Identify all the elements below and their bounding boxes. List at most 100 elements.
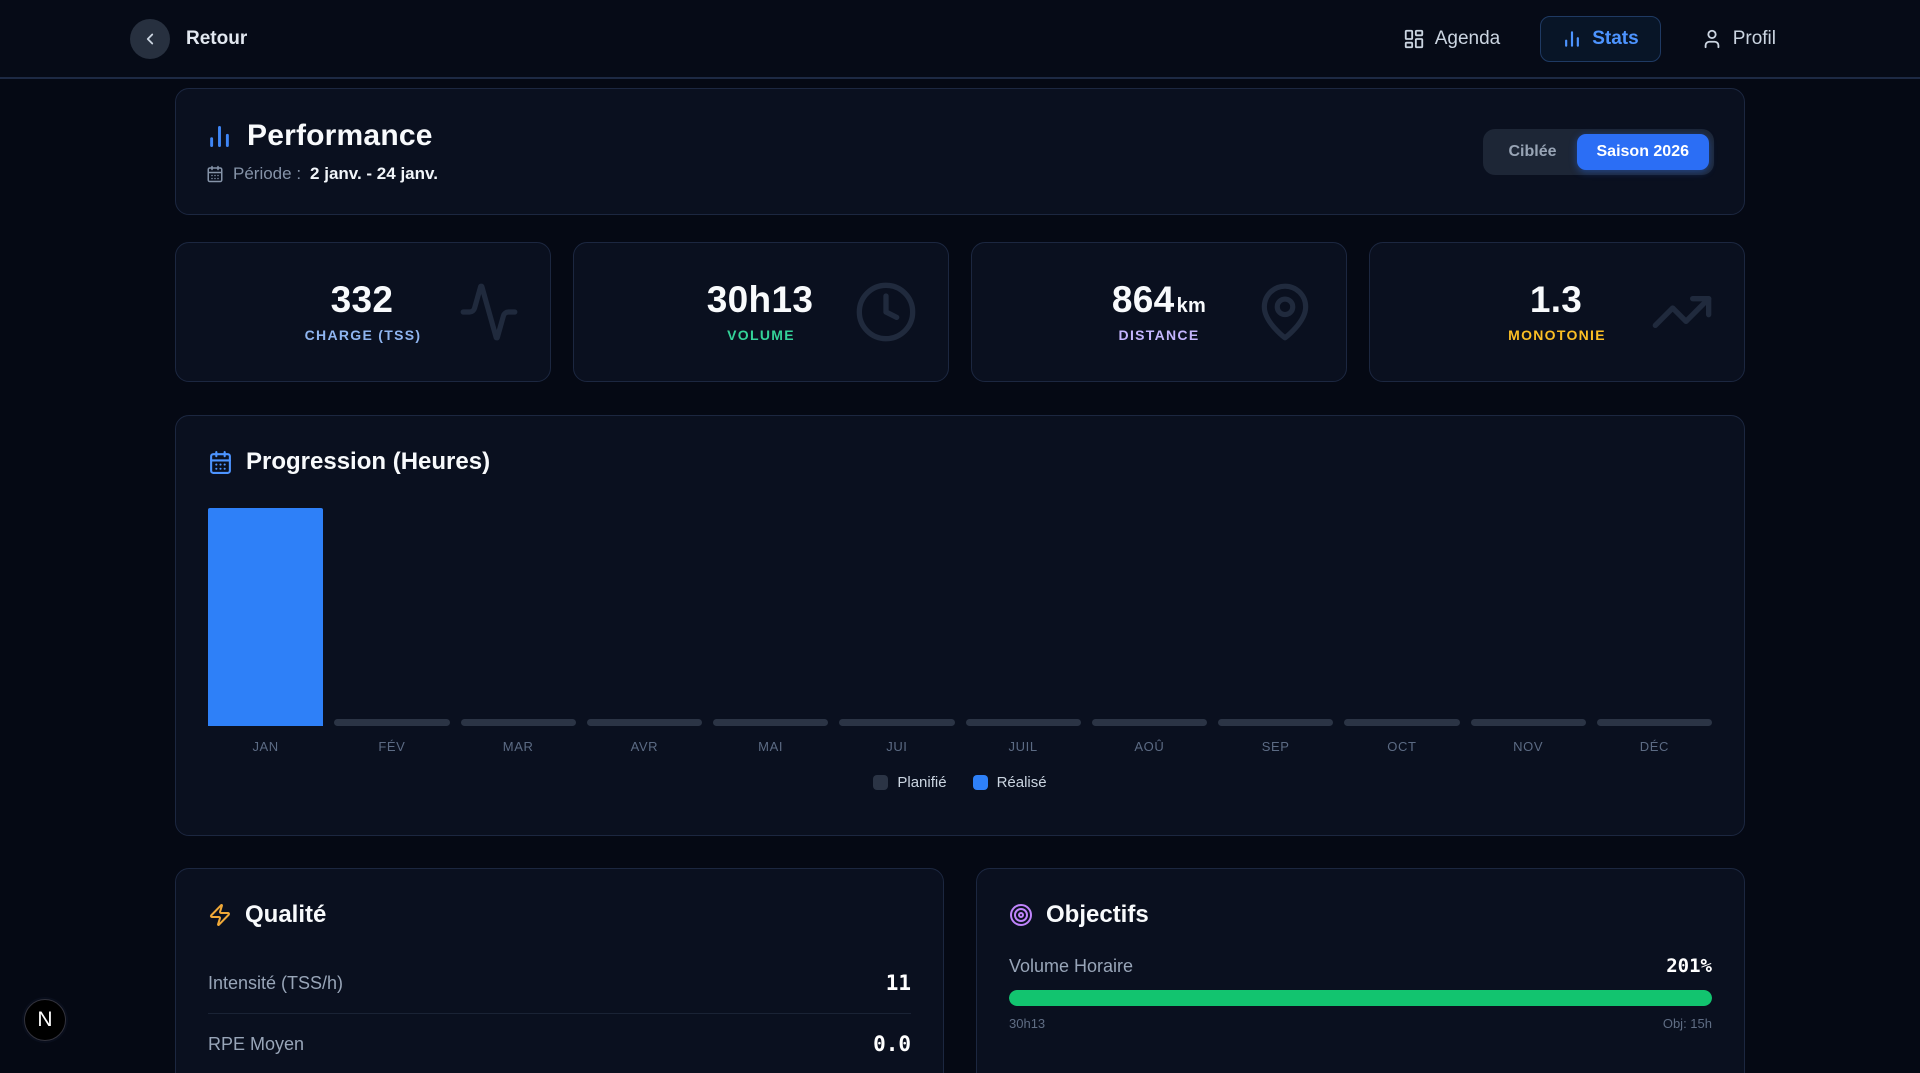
legend-label: Planifié — [897, 774, 946, 791]
goal-target: Obj: 15h — [1663, 1016, 1712, 1031]
month-label: MAR — [461, 739, 576, 754]
legend-swatch-planifie — [873, 775, 888, 790]
chart-column-oct — [1344, 508, 1459, 726]
goal-progress-fill — [1009, 990, 1712, 1006]
dashboard-grid-icon — [1403, 28, 1425, 50]
period-value: 2 janv. - 24 janv. — [310, 164, 438, 184]
month-label: AOÛ — [1092, 739, 1207, 754]
chart-legend: Planifié Réalisé — [208, 774, 1712, 791]
quality-title: Qualité — [245, 901, 326, 929]
season-toggle: Ciblée Saison 2026 — [1483, 129, 1714, 175]
monthly-bar-chart — [208, 508, 1712, 726]
chart-title: Progression (Heures) — [246, 448, 490, 476]
legend-swatch-realise — [973, 775, 988, 790]
row-label: RPE Moyen — [208, 1034, 304, 1055]
goal-percent: 201% — [1666, 955, 1712, 977]
period-label: Période : — [233, 164, 301, 184]
goal-progress-bar — [1009, 990, 1712, 1006]
stats-row: 332 CHARGE (TSS) 30h13 VOLUME 864km DIST… — [175, 242, 1745, 382]
legend-item-planifie: Planifié — [873, 774, 946, 791]
chevron-left-icon[interactable] — [130, 19, 170, 59]
main-content: Performance Période : 2 janv. - 24 janv.… — [0, 79, 1920, 1073]
stat-label: CHARGE (TSS) — [305, 327, 422, 343]
dev-badge-letter: N — [37, 1008, 52, 1032]
chart-column-jui — [839, 508, 954, 726]
month-label: DÉC — [1597, 739, 1712, 754]
month-label: JUI — [839, 739, 954, 754]
stat-value: 30h13 — [707, 279, 813, 320]
top-nav: Retour Agenda Stats Profil — [0, 0, 1920, 79]
stat-label: DISTANCE — [1119, 327, 1200, 343]
chart-column-sep — [1218, 508, 1333, 726]
legend-item-realise: Réalisé — [973, 774, 1047, 791]
target-icon — [1009, 903, 1033, 927]
nav-item-profil[interactable]: Profil — [1701, 28, 1776, 50]
nav-item-stats[interactable]: Stats — [1540, 16, 1660, 62]
month-label: FÉV — [334, 739, 449, 754]
month-label: AVR — [587, 739, 702, 754]
row-label: Intensité (TSS/h) — [208, 973, 343, 994]
performance-header-left: Performance Période : 2 janv. - 24 janv. — [206, 119, 438, 184]
calendar-icon — [206, 165, 224, 183]
stat-card-charge: 332 CHARGE (TSS) — [175, 242, 551, 382]
chart-column-fev — [334, 508, 449, 726]
row-value: 0.0 — [873, 1032, 911, 1056]
objectives-title: Objectifs — [1046, 901, 1149, 929]
lightning-bolt-icon — [208, 903, 232, 927]
chart-column-jan — [208, 508, 323, 726]
stat-card-volume: 30h13 VOLUME — [573, 242, 949, 382]
nav-right: Agenda Stats Profil — [1403, 16, 1776, 62]
chart-column-mai — [713, 508, 828, 726]
goal-label: Volume Horaire — [1009, 956, 1133, 977]
map-pin-icon — [1254, 281, 1316, 343]
legend-label: Réalisé — [997, 774, 1047, 791]
month-label: JUIL — [966, 739, 1081, 754]
nav-profil-label: Profil — [1733, 28, 1776, 50]
stat-value: 1.3 — [1530, 279, 1582, 320]
nav-item-agenda[interactable]: Agenda — [1403, 28, 1501, 50]
back-button[interactable]: Retour — [130, 19, 247, 59]
month-label: SEP — [1218, 739, 1333, 754]
progression-card: Progression (Heures) JAN FÉV MAR — [175, 415, 1745, 836]
nav-agenda-label: Agenda — [1435, 28, 1501, 50]
month-label: OCT — [1344, 739, 1459, 754]
bar-chart-icon — [206, 123, 233, 150]
page-title: Performance — [247, 119, 433, 153]
back-label[interactable]: Retour — [186, 28, 247, 50]
month-axis: JAN FÉV MAR AVR MAI JUI JUIL AOÛ SEP OCT… — [208, 739, 1712, 754]
chart-column-avr — [587, 508, 702, 726]
bar-chart-icon — [1562, 29, 1582, 49]
quality-row-rpe: RPE Moyen 0.0 — [208, 1013, 911, 1073]
quality-card: Qualité Intensité (TSS/h) 11 RPE Moyen 0… — [175, 868, 944, 1073]
nav-stats-label: Stats — [1592, 28, 1638, 50]
stat-label: MONOTONIE — [1508, 327, 1606, 343]
performance-header-card: Performance Période : 2 janv. - 24 janv.… — [175, 88, 1745, 215]
app-window: Retour Agenda Stats Profil — [0, 0, 1920, 1073]
stat-value: 864 — [1112, 279, 1175, 320]
toggle-option-ciblee[interactable]: Ciblée — [1488, 134, 1576, 170]
objectives-card: Objectifs Volume Horaire 201% 30h13 Obj:… — [976, 868, 1745, 1073]
stat-card-monotonie: 1.3 MONOTONIE — [1369, 242, 1745, 382]
month-label: JAN — [208, 739, 323, 754]
toggle-option-saison[interactable]: Saison 2026 — [1577, 134, 1710, 170]
dev-badge[interactable]: N — [24, 999, 66, 1041]
quality-row-intensite: Intensité (TSS/h) 11 — [208, 953, 911, 1013]
goal-current: 30h13 — [1009, 1016, 1045, 1031]
calendar-icon — [208, 450, 233, 475]
chart-column-aou — [1092, 508, 1207, 726]
row-value: 11 — [886, 971, 911, 995]
chart-column-nov — [1471, 508, 1586, 726]
stat-unit: km — [1177, 295, 1207, 317]
activity-pulse-icon — [458, 281, 520, 343]
stat-card-distance: 864km DISTANCE — [971, 242, 1347, 382]
stat-value: 332 — [331, 279, 394, 320]
trending-up-icon — [1650, 280, 1714, 344]
chart-column-mar — [461, 508, 576, 726]
month-label: NOV — [1471, 739, 1586, 754]
bottom-row: Qualité Intensité (TSS/h) 11 RPE Moyen 0… — [175, 868, 1745, 1073]
chart-column-juil — [966, 508, 1081, 726]
clock-icon — [854, 280, 918, 344]
user-icon — [1701, 28, 1723, 50]
chart-column-dec — [1597, 508, 1712, 726]
stat-label: VOLUME — [727, 327, 795, 343]
